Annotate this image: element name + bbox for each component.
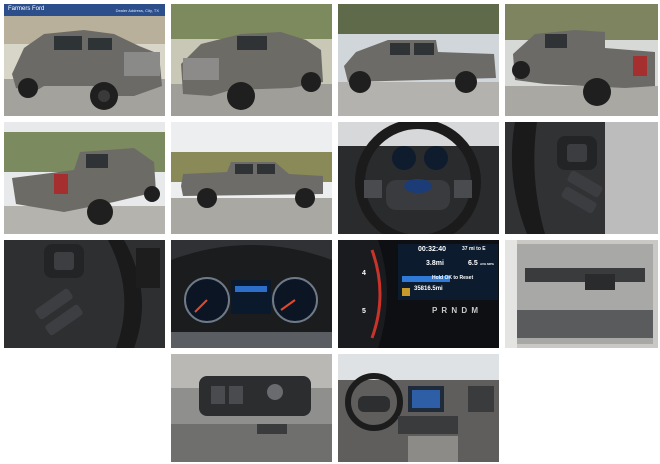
door-panel-image: [505, 240, 658, 348]
photo-steering-wheel-right-controls[interactable]: [505, 122, 658, 234]
photo-cluster-display-closeup[interactable]: 00:32:40 37 mi to E 3.8mi 6.5 AVG MPG Ho…: [338, 240, 499, 348]
photo-door-panel[interactable]: [505, 240, 658, 348]
truck-rear-right-image: [505, 4, 658, 116]
photo-exterior-side-left[interactable]: [338, 4, 499, 116]
instrument-cluster-image: [171, 240, 332, 348]
wheel-left-controls-image: [4, 240, 165, 348]
photo-exterior-front-left[interactable]: Farmers Ford Dealer Address, City, TX: [4, 4, 165, 116]
photo-steering-wheel-cluster[interactable]: [338, 122, 499, 234]
window-switches-image: [171, 354, 332, 462]
cluster-avg-unit: AVG MPG: [480, 262, 494, 266]
cluster-display-image: [338, 240, 499, 348]
photo-door-window-switches[interactable]: [171, 354, 332, 462]
cluster-time: 00:32:40: [418, 246, 447, 253]
truck-side-left-image: [338, 4, 499, 116]
dealer-banner-address: Dealer Address, City, TX: [115, 8, 159, 13]
steering-wheel-image: [338, 122, 499, 234]
photo-steering-wheel-left-controls[interactable]: [4, 240, 165, 348]
truck-rear-left-image: [4, 122, 165, 234]
truck-front-right-image: [171, 4, 332, 116]
photo-instrument-cluster[interactable]: [171, 240, 332, 348]
cluster-gear-indicator: P R N D M: [432, 306, 480, 315]
wheel-right-controls-image: [505, 122, 658, 234]
cluster-odometer: 35816.5mi: [414, 286, 443, 292]
photo-exterior-front-right[interactable]: [171, 4, 332, 116]
gauge-number-5: 5: [362, 308, 366, 315]
gauge-number-4: 4: [362, 270, 366, 277]
dealer-banner-name: Farmers Ford: [8, 6, 45, 12]
cluster-trip: 3.8mi: [426, 260, 444, 267]
photo-dashboard-center-console[interactable]: [338, 354, 499, 462]
truck-profile-left-image: [171, 122, 332, 234]
cluster-range: 37 mi to E: [462, 246, 486, 252]
cluster-reset-prompt: Hold OK to Reset: [432, 275, 474, 281]
photo-exterior-rear-right[interactable]: [505, 4, 658, 116]
truck-front-left-image: [4, 4, 165, 116]
cluster-avg: 6.5: [468, 260, 478, 267]
photo-exterior-profile-left[interactable]: [171, 122, 332, 234]
dashboard-image: [338, 354, 499, 462]
photo-exterior-rear-left[interactable]: [4, 122, 165, 234]
